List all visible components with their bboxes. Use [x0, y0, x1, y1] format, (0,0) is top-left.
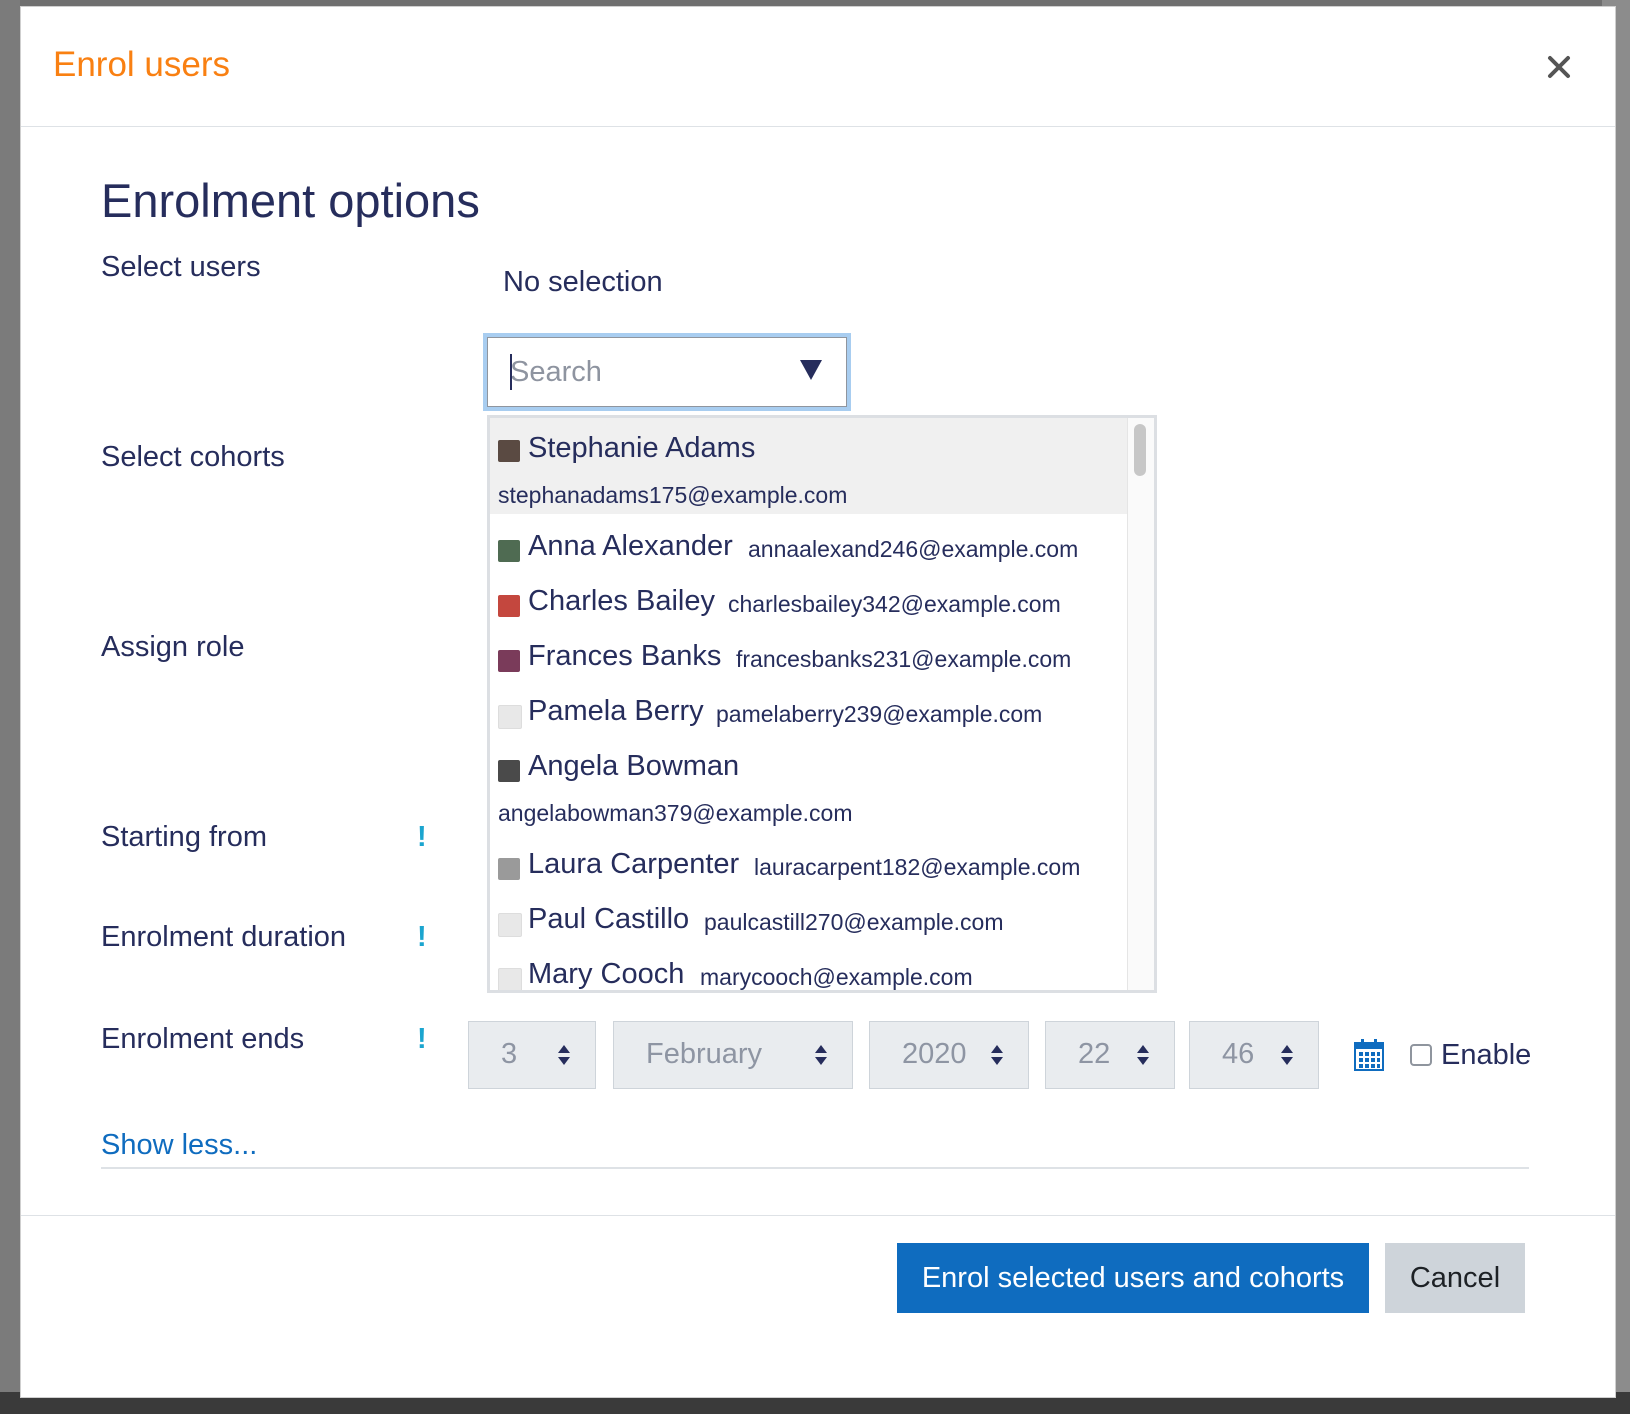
user-avatar-icon [498, 968, 522, 990]
minute-select[interactable]: 46 [1189, 1021, 1319, 1089]
month-value: February [646, 1038, 763, 1070]
hour-select[interactable]: 22 [1045, 1021, 1175, 1089]
year-value: 2020 [902, 1038, 967, 1070]
user-option[interactable]: Charles Bailey charlesbailey342@example.… [490, 583, 1128, 631]
help-icon[interactable]: ! [417, 1023, 427, 1056]
user-email: pamelaberry239@example.com [716, 701, 1043, 727]
user-option[interactable]: Pamela Berry pamelaberry239@example.com [490, 693, 1128, 741]
section-divider [101, 1167, 1529, 1169]
user-option[interactable]: Laura Carpenter lauracarpent182@example.… [490, 846, 1128, 894]
enrol-selected-button[interactable]: Enrol selected users and cohorts [897, 1243, 1369, 1313]
enrolment-duration-label: Enrolment duration [101, 921, 347, 953]
modal-title: Enrol users [53, 45, 231, 84]
updown-arrow-icon [558, 1045, 570, 1065]
section-title: Enrolment options [101, 174, 480, 227]
user-name: Charles Bailey [528, 585, 715, 617]
month-select[interactable]: February [613, 1021, 853, 1089]
updown-arrow-icon [1137, 1045, 1149, 1065]
updown-arrow-icon [991, 1045, 1003, 1065]
user-option[interactable]: Angela Bowman angelabowman379@example.co… [490, 748, 1128, 844]
enable-label[interactable]: Enable [1441, 1039, 1531, 1072]
user-name: Pamela Berry [528, 695, 704, 727]
user-name: Stephanie Adams [528, 432, 756, 464]
dropdown-arrow-icon[interactable] [800, 358, 822, 382]
user-email: lauracarpent182@example.com [754, 854, 1081, 880]
enrol-users-modal: Enrol users Enrolment options Select use… [20, 6, 1616, 1398]
day-select[interactable]: 3 [468, 1021, 596, 1089]
user-name: Mary Cooch [528, 958, 685, 990]
updown-arrow-icon [815, 1045, 827, 1065]
user-avatar-icon [498, 705, 522, 729]
show-less-link[interactable]: Show less... [101, 1129, 257, 1162]
user-search-box[interactable] [487, 337, 847, 407]
user-email: annaalexand246@example.com [748, 536, 1079, 562]
user-name: Anna Alexander [528, 530, 733, 562]
user-avatar-icon [498, 440, 520, 462]
help-icon[interactable]: ! [417, 821, 427, 854]
user-avatar-icon [498, 540, 520, 562]
select-users-label: Select users [101, 251, 261, 283]
minute-value: 46 [1222, 1038, 1255, 1070]
close-icon [1548, 56, 1570, 78]
starting-from-label: Starting from [101, 821, 267, 853]
scrollbar-thumb[interactable] [1134, 424, 1146, 476]
no-selection-text: No selection [503, 266, 663, 298]
enable-checkbox[interactable] [1410, 1044, 1432, 1066]
search-input[interactable] [510, 354, 780, 390]
assign-role-label: Assign role [101, 631, 245, 663]
day-value: 3 [501, 1038, 518, 1070]
user-name: Frances Banks [528, 640, 722, 672]
user-email: charlesbailey342@example.com [728, 591, 1061, 617]
close-button[interactable] [1539, 47, 1579, 87]
user-email: francesbanks231@example.com [736, 646, 1072, 672]
user-avatar-icon [498, 650, 520, 672]
user-suggestions-list[interactable]: Stephanie Adams stephanadams175@example.… [487, 415, 1157, 993]
user-name: Angela Bowman [528, 750, 740, 782]
footer-divider [21, 1215, 1615, 1216]
user-avatar-icon [498, 858, 520, 880]
user-email: stephanadams175@example.com [498, 482, 848, 508]
help-icon[interactable]: ! [417, 921, 427, 954]
user-option[interactable]: Paul Castillo paulcastill270@example.com [490, 901, 1128, 949]
user-option[interactable]: Stephanie Adams stephanadams175@example.… [490, 418, 1128, 514]
user-avatar-icon [498, 913, 522, 937]
user-avatar-icon [498, 760, 520, 782]
user-email: angelabowman379@example.com [498, 800, 853, 826]
user-option[interactable]: Frances Banks francesbanks231@example.co… [490, 638, 1128, 686]
enrolment-ends-label: Enrolment ends [101, 1023, 305, 1055]
cancel-button[interactable]: Cancel [1385, 1243, 1525, 1313]
select-cohorts-label: Select cohorts [101, 441, 285, 473]
calendar-icon[interactable] [1354, 1039, 1384, 1071]
user-email: marycooch@example.com [700, 964, 973, 990]
user-name: Paul Castillo [528, 903, 690, 935]
page-backdrop-left [0, 0, 20, 1414]
updown-arrow-icon [1281, 1045, 1293, 1065]
list-scrollbar[interactable] [1127, 418, 1154, 990]
hour-value: 22 [1078, 1038, 1111, 1070]
user-option[interactable]: Mary Cooch marycooch@example.com [490, 956, 1128, 990]
modal-header: Enrol users [21, 7, 1615, 127]
text-cursor [510, 354, 512, 390]
year-select[interactable]: 2020 [869, 1021, 1029, 1089]
user-option[interactable]: Anna Alexander annaalexand246@example.co… [490, 528, 1128, 576]
user-email: paulcastill270@example.com [704, 909, 1004, 935]
user-name: Laura Carpenter [528, 848, 740, 880]
user-avatar-icon [498, 595, 520, 617]
